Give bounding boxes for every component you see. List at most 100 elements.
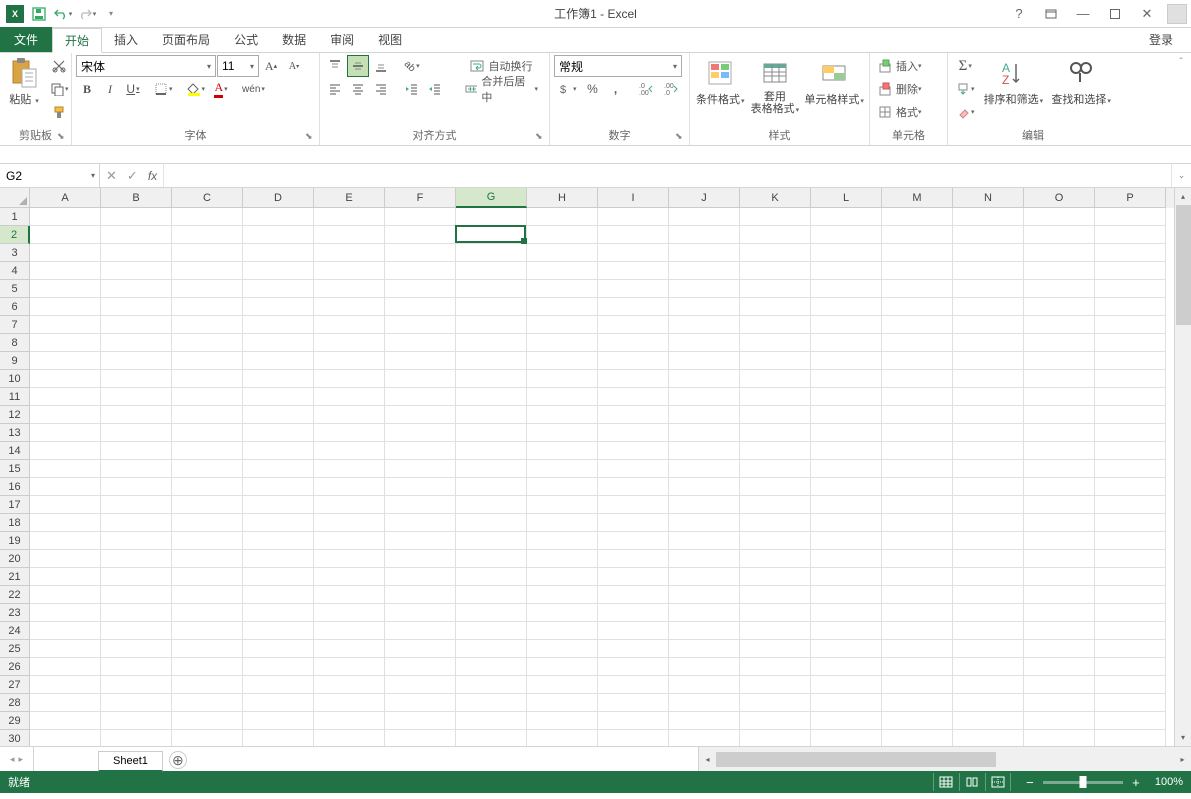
cell-M14[interactable] (882, 442, 953, 460)
cell-J12[interactable] (669, 406, 740, 424)
cell-M19[interactable] (882, 532, 953, 550)
align-top-button[interactable] (324, 55, 346, 77)
close-button[interactable]: ✕ (1135, 4, 1159, 24)
cell-A14[interactable] (30, 442, 101, 460)
row-header-25[interactable]: 25 (0, 640, 30, 658)
cell-F28[interactable] (385, 694, 456, 712)
scroll-right-button[interactable]: ▸ (1174, 747, 1191, 771)
cell-L24[interactable] (811, 622, 882, 640)
cell-N12[interactable] (953, 406, 1024, 424)
cell-H9[interactable] (527, 352, 598, 370)
cell-K16[interactable] (740, 478, 811, 496)
cell-J3[interactable] (669, 244, 740, 262)
decrease-font-button[interactable]: A▾ (283, 55, 305, 77)
cell-F22[interactable] (385, 586, 456, 604)
row-header-18[interactable]: 18 (0, 514, 30, 532)
cell-P27[interactable] (1095, 676, 1166, 694)
expand-formula-bar-icon[interactable]: ⌄ (1171, 164, 1191, 187)
cell-M3[interactable] (882, 244, 953, 262)
cell-L12[interactable] (811, 406, 882, 424)
cell-F17[interactable] (385, 496, 456, 514)
cell-O2[interactable] (1024, 226, 1095, 244)
row-header-28[interactable]: 28 (0, 694, 30, 712)
cell-P16[interactable] (1095, 478, 1166, 496)
cell-L3[interactable] (811, 244, 882, 262)
cell-C29[interactable] (172, 712, 243, 730)
tab-data[interactable]: 数据 (270, 27, 318, 52)
cell-M27[interactable] (882, 676, 953, 694)
col-header-N[interactable]: N (953, 188, 1024, 208)
align-right-button[interactable] (370, 78, 392, 100)
cell-M13[interactable] (882, 424, 953, 442)
tab-view[interactable]: 视图 (366, 27, 414, 52)
cell-L11[interactable] (811, 388, 882, 406)
cell-L13[interactable] (811, 424, 882, 442)
col-header-I[interactable]: I (598, 188, 669, 208)
cell-P24[interactable] (1095, 622, 1166, 640)
zoom-out-button[interactable]: − (1023, 775, 1037, 790)
cell-C11[interactable] (172, 388, 243, 406)
cell-C7[interactable] (172, 316, 243, 334)
cell-B21[interactable] (101, 568, 172, 586)
cell-K13[interactable] (740, 424, 811, 442)
cell-I17[interactable] (598, 496, 669, 514)
cell-G11[interactable] (456, 388, 527, 406)
cell-H17[interactable] (527, 496, 598, 514)
cell-L17[interactable] (811, 496, 882, 514)
autosum-button[interactable]: Σ▾ (952, 55, 979, 77)
row-header-19[interactable]: 19 (0, 532, 30, 550)
cell-D19[interactable] (243, 532, 314, 550)
scroll-up-button[interactable]: ▴ (1175, 188, 1191, 205)
cell-M28[interactable] (882, 694, 953, 712)
sort-filter-button[interactable]: AZ 排序和筛选▾ (981, 55, 1047, 109)
cell-F3[interactable] (385, 244, 456, 262)
clipboard-dialog-launcher[interactable]: ⬊ (57, 131, 69, 143)
tab-review[interactable]: 审阅 (318, 27, 366, 52)
cell-E4[interactable] (314, 262, 385, 280)
cell-O4[interactable] (1024, 262, 1095, 280)
cell-J8[interactable] (669, 334, 740, 352)
cell-D7[interactable] (243, 316, 314, 334)
cell-P18[interactable] (1095, 514, 1166, 532)
cell-G18[interactable] (456, 514, 527, 532)
cell-G28[interactable] (456, 694, 527, 712)
cell-I19[interactable] (598, 532, 669, 550)
cell-O19[interactable] (1024, 532, 1095, 550)
cell-H29[interactable] (527, 712, 598, 730)
cell-H25[interactable] (527, 640, 598, 658)
cell-C4[interactable] (172, 262, 243, 280)
name-box[interactable]: G2 ▾ (0, 164, 100, 187)
cell-G10[interactable] (456, 370, 527, 388)
cell-I11[interactable] (598, 388, 669, 406)
cell-D20[interactable] (243, 550, 314, 568)
row-header-15[interactable]: 15 (0, 460, 30, 478)
col-header-L[interactable]: L (811, 188, 882, 208)
cell-P4[interactable] (1095, 262, 1166, 280)
cell-A24[interactable] (30, 622, 101, 640)
cell-B20[interactable] (101, 550, 172, 568)
cell-J10[interactable] (669, 370, 740, 388)
cell-G16[interactable] (456, 478, 527, 496)
format-painter-button[interactable] (46, 101, 73, 123)
cell-B15[interactable] (101, 460, 172, 478)
cell-P25[interactable] (1095, 640, 1166, 658)
cell-P19[interactable] (1095, 532, 1166, 550)
cell-J19[interactable] (669, 532, 740, 550)
cell-I27[interactable] (598, 676, 669, 694)
cell-M5[interactable] (882, 280, 953, 298)
col-header-A[interactable]: A (30, 188, 101, 208)
clear-button[interactable]: ▾ (952, 101, 979, 123)
cell-B26[interactable] (101, 658, 172, 676)
cell-L7[interactable] (811, 316, 882, 334)
cell-B27[interactable] (101, 676, 172, 694)
cell-P15[interactable] (1095, 460, 1166, 478)
cell-M30[interactable] (882, 730, 953, 746)
cell-C24[interactable] (172, 622, 243, 640)
cell-L18[interactable] (811, 514, 882, 532)
align-center-button[interactable] (347, 78, 369, 100)
insert-cells-button[interactable]: 插入▾ (874, 55, 926, 77)
horizontal-scrollbar[interactable]: ◂ ▸ (699, 747, 1191, 771)
cell-P13[interactable] (1095, 424, 1166, 442)
cell-E10[interactable] (314, 370, 385, 388)
accounting-format-button[interactable]: $▾ (554, 78, 581, 100)
